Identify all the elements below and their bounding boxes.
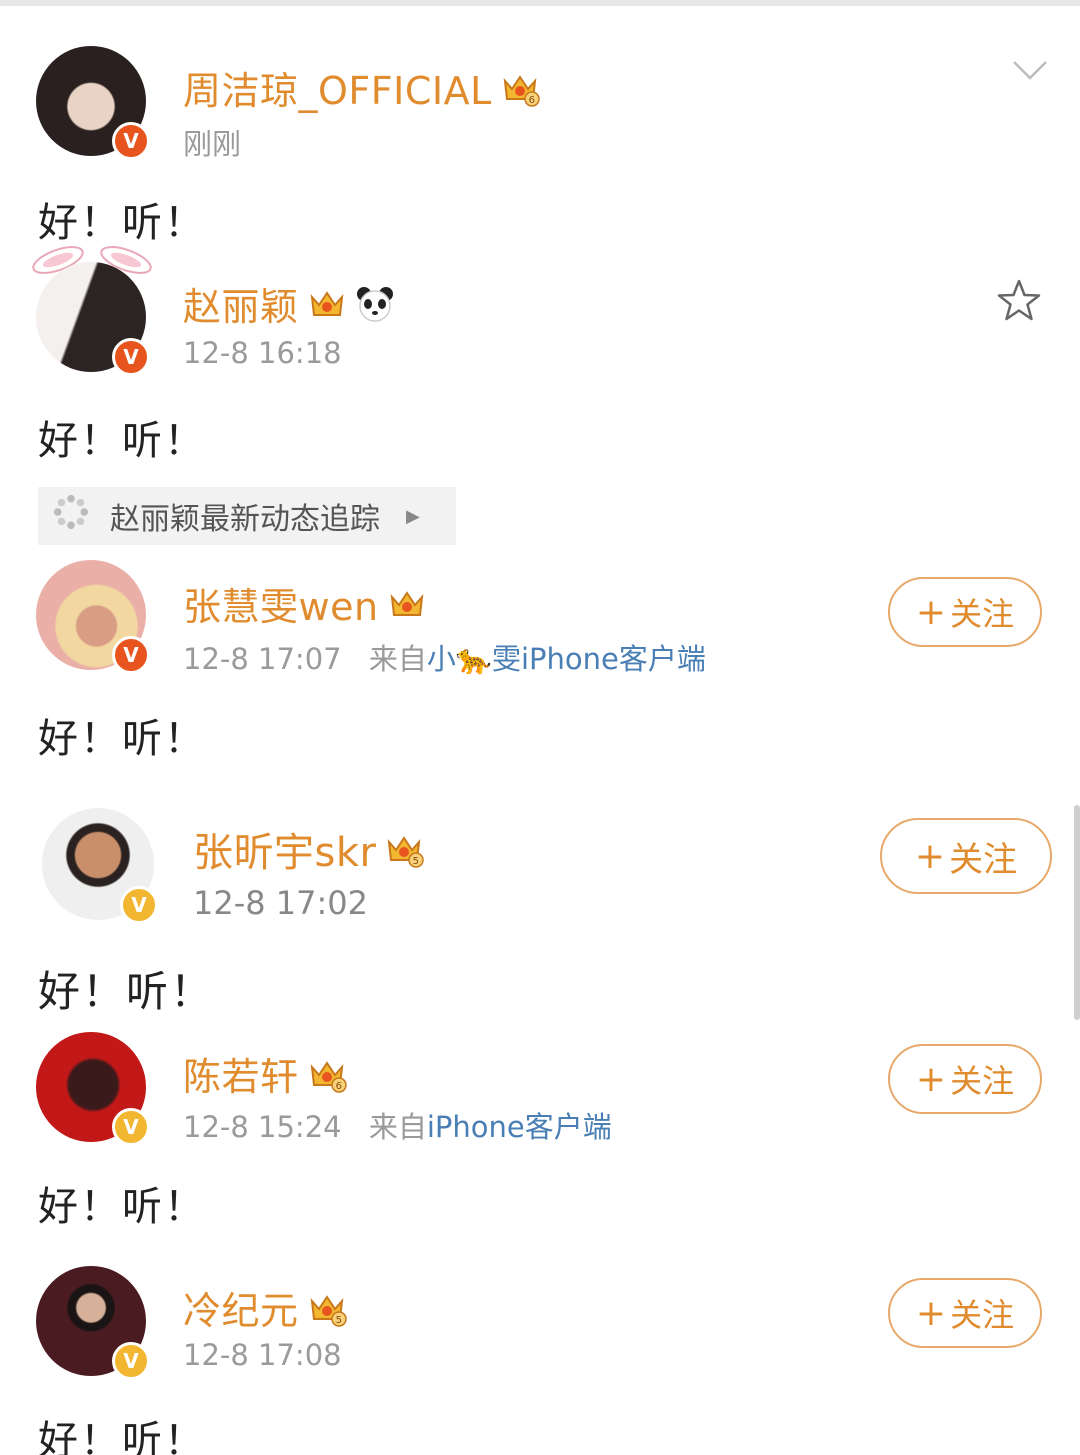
avatar[interactable]: V [36,262,150,376]
avatar[interactable]: V [36,46,150,160]
svg-text:6: 6 [528,95,535,106]
verified-badge: V [112,1342,150,1380]
comment-text: 好！听！ [38,1184,206,1230]
loading-icon [52,493,90,539]
source-link[interactable]: iPhone客户端 [427,1110,612,1144]
timestamp: 12-8 17:02 [193,884,369,922]
plus-icon: + [915,1292,947,1334]
timestamp: 12-8 16:18 [183,336,342,370]
crown-vip-icon [387,585,427,623]
star-icon[interactable] [996,278,1042,324]
chevron-down-icon[interactable] [1012,58,1048,82]
follow-label: 关注 [950,1062,1015,1100]
svg-text:6: 6 [335,1081,342,1092]
verified-badge: V [112,122,150,160]
panda-icon [355,285,395,323]
avatar[interactable]: V [42,808,158,924]
follow-label: 关注 [950,595,1015,633]
follow-button[interactable]: + 关注 [888,1044,1042,1114]
verified-badge: V [112,338,150,376]
from-label: 来自 [368,642,427,676]
plus-icon: + [915,591,947,633]
comment-text: 好！听！ [38,716,206,762]
username[interactable]: 冷纪元 [183,1280,299,1335]
svg-text:5: 5 [335,1315,342,1326]
comment-text: 好！听！ [38,967,215,1016]
follow-button[interactable]: + 关注 [888,1278,1042,1348]
timestamp: 12-8 17:08 [183,1338,342,1372]
follow-button[interactable]: + 关注 [880,818,1052,894]
tracking-label: 赵丽颖最新动态追踪 [110,502,380,537]
username[interactable]: 赵丽颖 [183,276,299,331]
username[interactable]: 张昕宇skr [193,820,376,878]
verified-badge: V [112,1108,150,1146]
avatar[interactable]: V [36,1266,150,1380]
timestamp: 12-8 15:24 [183,1110,342,1144]
source-link[interactable]: 小🐆雯iPhone客户端 [427,642,706,676]
from-label: 来自 [368,1110,427,1144]
plus-icon: + [915,1058,947,1100]
top-divider [0,0,1080,6]
verified-badge: V [112,636,150,674]
tracking-link[interactable]: 赵丽颖最新动态追踪 ▶ [38,487,456,545]
follow-label: 关注 [950,1296,1015,1334]
crown-vip-icon: 5 [307,1289,347,1327]
crown-vip-icon: 6 [500,69,540,107]
timestamp: 刚刚 [183,127,242,161]
username[interactable]: 周洁琼_OFFICIAL [183,60,492,115]
verified-badge: V [120,886,158,924]
username[interactable]: 陈若轩 [183,1046,299,1101]
crown-vip-icon [307,285,347,323]
plus-icon: + [914,835,946,877]
follow-button[interactable]: + 关注 [888,577,1042,647]
comment-text: 好！听！ [38,1418,206,1455]
avatar[interactable]: V [36,1032,150,1146]
crown-vip-icon: 6 [307,1055,347,1093]
username[interactable]: 张慧雯wen [183,576,379,631]
follow-label: 关注 [949,839,1018,880]
avatar[interactable]: V [36,560,150,674]
scrollbar[interactable] [1074,805,1080,1020]
crown-vip-icon: 5 [384,830,425,868]
comment-text: 好！听！ [38,418,206,464]
triangle-right-icon: ▶ [406,505,420,527]
timestamp: 12-8 17:07 [183,642,342,676]
svg-text:5: 5 [413,856,420,867]
